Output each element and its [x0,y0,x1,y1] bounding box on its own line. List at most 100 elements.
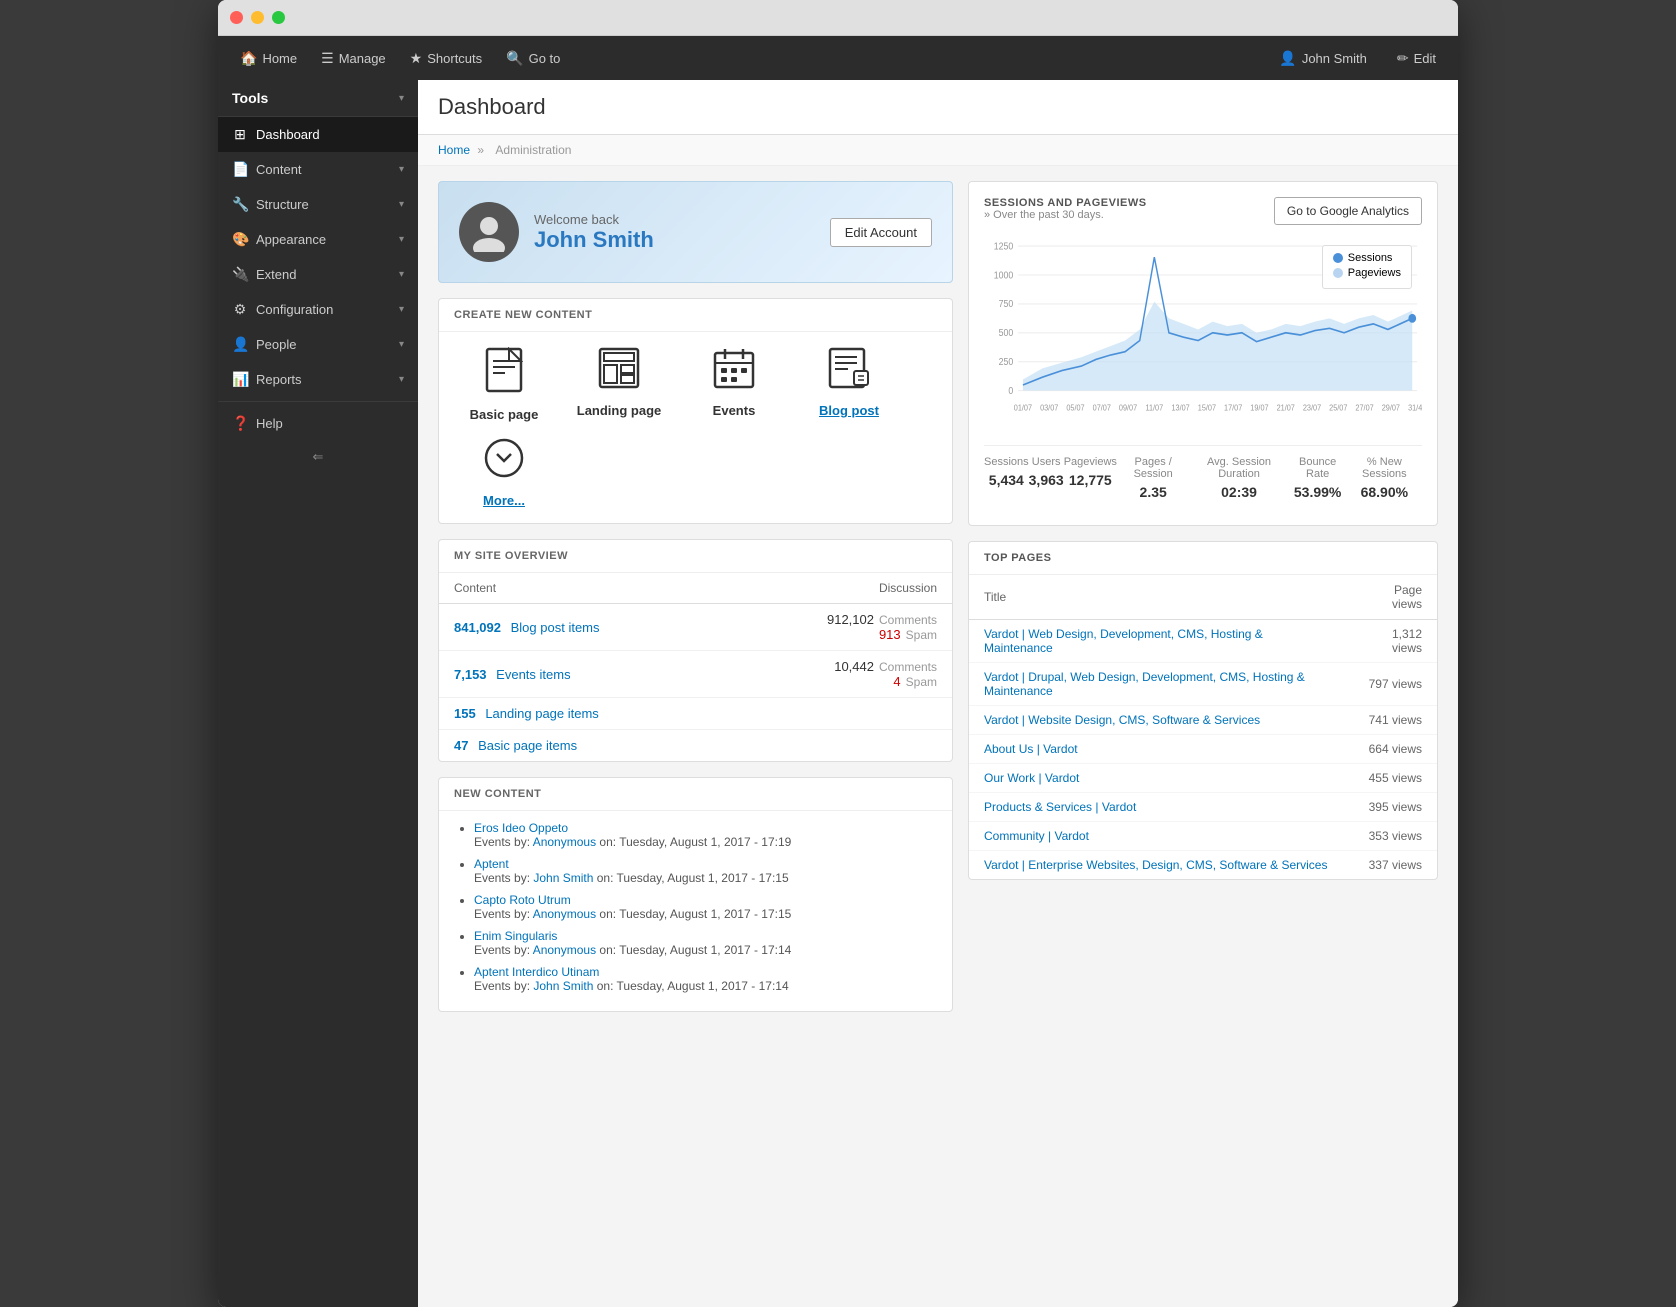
home-button[interactable]: 🏠 Home [230,45,307,72]
new-content-title-3[interactable]: Enim Singularis [474,929,557,943]
item-link-2[interactable]: Landing page items [485,706,598,721]
content-type-blog-post[interactable]: Blog post [799,347,899,422]
stats-row: Sessions 5,434 Users 3,963 Pageviews 12,… [984,445,1422,510]
svg-text:25/07: 25/07 [1329,403,1347,413]
sidebar: Tools ▾ ⊞ Dashboard 📄 Content ▾ 🔧 [218,80,418,1307]
top-page-row-0: Vardot | Web Design, Development, CMS, H… [969,620,1437,663]
browser-window: 🏠 Home ☰ Manage ★ Shortcuts 🔍 Go to 👤 Jo… [218,0,1458,1307]
top-page-title-0: Vardot | Web Design, Development, CMS, H… [969,620,1348,663]
author-link-2[interactable]: Anonymous [533,907,596,921]
edit-button[interactable]: ✏ Edit [1387,45,1446,72]
site-overview-card: MY SITE OVERVIEW Content Discussion [438,539,953,762]
col-content: Content [439,573,724,604]
author-link-1[interactable]: John Smith [533,871,593,885]
ga-button[interactable]: Go to Google Analytics [1274,197,1422,225]
breadcrumb-home[interactable]: Home [438,143,470,157]
sidebar-item-configuration[interactable]: ⚙ Configuration ▾ [218,292,418,327]
sidebar-item-structure[interactable]: 🔧 Structure ▾ [218,187,418,222]
titlebar [218,0,1458,36]
sidebar-tools-chevron[interactable]: ▾ [399,93,404,104]
discussion-1: 10,442 Comments 4 Spam [724,651,952,698]
manage-button[interactable]: ☰ Manage [311,45,396,72]
welcome-name: John Smith [534,227,654,253]
right-column: SESSIONS AND PAGEVIEWS » Over the past 3… [968,181,1438,1027]
new-content-list: Eros Ideo Oppeto Events by: Anonymous on… [439,811,952,1011]
content-type-basic-page[interactable]: Basic page [454,347,554,422]
sidebar-item-dashboard[interactable]: ⊞ Dashboard [218,117,418,152]
svg-text:07/07: 07/07 [1093,403,1111,413]
sidebar-label-people: People [256,337,296,352]
edit-account-button[interactable]: Edit Account [830,218,932,247]
toolbar-right: 👤 John Smith ✏ Edit [1269,45,1446,72]
configuration-icon: ⚙ [232,301,248,318]
main-toolbar: 🏠 Home ☰ Manage ★ Shortcuts 🔍 Go to 👤 Jo… [218,36,1458,80]
svg-text:27/07: 27/07 [1355,403,1373,413]
extend-chevron-icon: ▾ [399,269,404,280]
new-content-title-4[interactable]: Aptent Interdico Utinam [474,965,599,979]
content-type-events[interactable]: Events [684,347,784,422]
sidebar-item-extend[interactable]: 🔌 Extend ▾ [218,257,418,292]
basic-page-icon [485,347,523,402]
svg-text:750: 750 [999,298,1014,310]
stat-pages-session: Pages / Session 2.35 [1117,456,1190,500]
legend-pageviews-label: Pageviews [1348,267,1401,279]
user-menu-button[interactable]: 👤 John Smith [1269,45,1376,72]
new-content-item-4: Aptent Interdico Utinam Events by: John … [474,965,937,993]
svg-text:1000: 1000 [994,269,1013,281]
new-content-title-0[interactable]: Eros Ideo Oppeto [474,821,568,835]
main-layout: Tools ▾ ⊞ Dashboard 📄 Content ▾ 🔧 [218,80,1458,1307]
svg-text:03/07: 03/07 [1040,403,1058,413]
content-type-landing-page[interactable]: Landing page [569,347,669,422]
svg-text:250: 250 [999,355,1014,367]
top-page-views-3: 664 views [1348,735,1437,764]
top-page-title-3: About Us | Vardot [969,735,1348,764]
events-icon [713,347,755,398]
goto-button[interactable]: 🔍 Go to [496,45,570,72]
shortcuts-button[interactable]: ★ Shortcuts [400,45,492,72]
new-content-item-1: Aptent Events by: John Smith on: Tuesday… [474,857,937,885]
top-page-row-2: Vardot | Website Design, CMS, Software &… [969,706,1437,735]
close-btn[interactable] [230,11,243,24]
sidebar-item-people[interactable]: 👤 People ▾ [218,327,418,362]
legend-sessions-label: Sessions [1348,252,1393,264]
top-page-row-5: Products & Services | Vardot 395 views [969,793,1437,822]
sidebar-tools: Tools ▾ [218,80,418,117]
sidebar-item-reports[interactable]: 📊 Reports ▾ [218,362,418,397]
sidebar-divider [218,401,418,402]
disc-label-0: Comments [879,613,937,627]
minimize-btn[interactable] [251,11,264,24]
overview-row-1: 7,153 Events items 10,442 Comments [439,651,952,698]
reports-icon: 📊 [232,371,248,388]
welcome-text-block: Welcome back John Smith [534,212,654,253]
item-link-0[interactable]: Blog post items [511,620,600,635]
top-page-row-4: Our Work | Vardot 455 views [969,764,1437,793]
new-content-title-2[interactable]: Capto Roto Utrum [474,893,571,907]
item-link-1[interactable]: Events items [496,667,570,682]
blog-post-label: Blog post [819,403,879,418]
content-type-more[interactable]: More... [454,437,554,508]
author-link-3[interactable]: Anonymous [533,943,596,957]
top-page-title-6: Community | Vardot [969,822,1348,851]
new-content-item-2: Capto Roto Utrum Events by: Anonymous on… [474,893,937,921]
maximize-btn[interactable] [272,11,285,24]
blog-post-icon [828,347,870,398]
top-page-title-1: Vardot | Drupal, Web Design, Development… [969,663,1348,706]
author-link-0[interactable]: Anonymous [533,835,596,849]
legend-sessions: Sessions [1333,252,1401,264]
sidebar-item-content[interactable]: 📄 Content ▾ [218,152,418,187]
overview-table: Content Discussion 841,092 Blog post ite… [439,573,952,761]
top-page-views-6: 353 views [1348,822,1437,851]
count-1: 7,153 [454,667,487,682]
author-link-4[interactable]: John Smith [533,979,593,993]
new-content-title-1[interactable]: Aptent [474,857,509,871]
user-icon: 👤 [1279,50,1296,67]
sidebar-toggle[interactable]: ⇐ [218,441,418,473]
sidebar-item-help[interactable]: ❓ Help [218,406,418,441]
help-icon: ❓ [232,415,248,432]
sidebar-item-appearance[interactable]: 🎨 Appearance ▾ [218,222,418,257]
top-pages-header: TOP PAGES [969,542,1437,575]
spam-label-0: Spam [906,628,937,642]
top-page-title-2: Vardot | Website Design, CMS, Software &… [969,706,1348,735]
item-link-3[interactable]: Basic page items [478,738,577,753]
overview-cell-3: 47 Basic page items [439,730,724,762]
